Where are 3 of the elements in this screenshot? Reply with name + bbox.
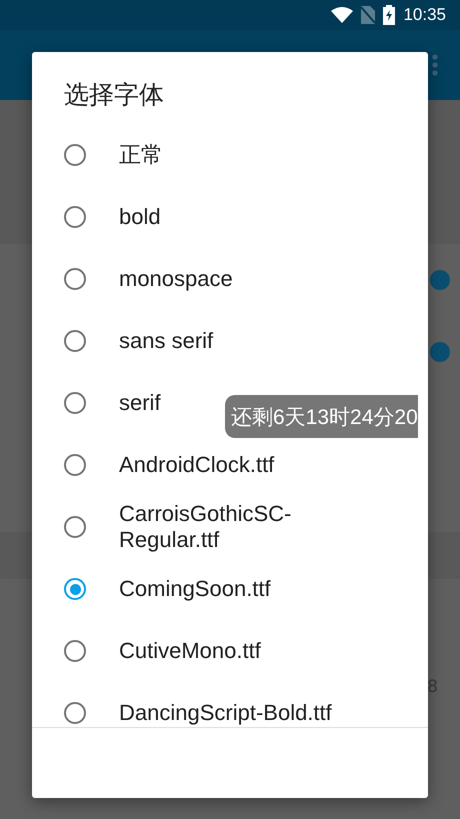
dialog-title: 选择字体 bbox=[63, 79, 165, 111]
countdown-toast: 还剩6天13时24分20 bbox=[225, 395, 418, 438]
clock-time: 10:35 bbox=[403, 5, 446, 25]
